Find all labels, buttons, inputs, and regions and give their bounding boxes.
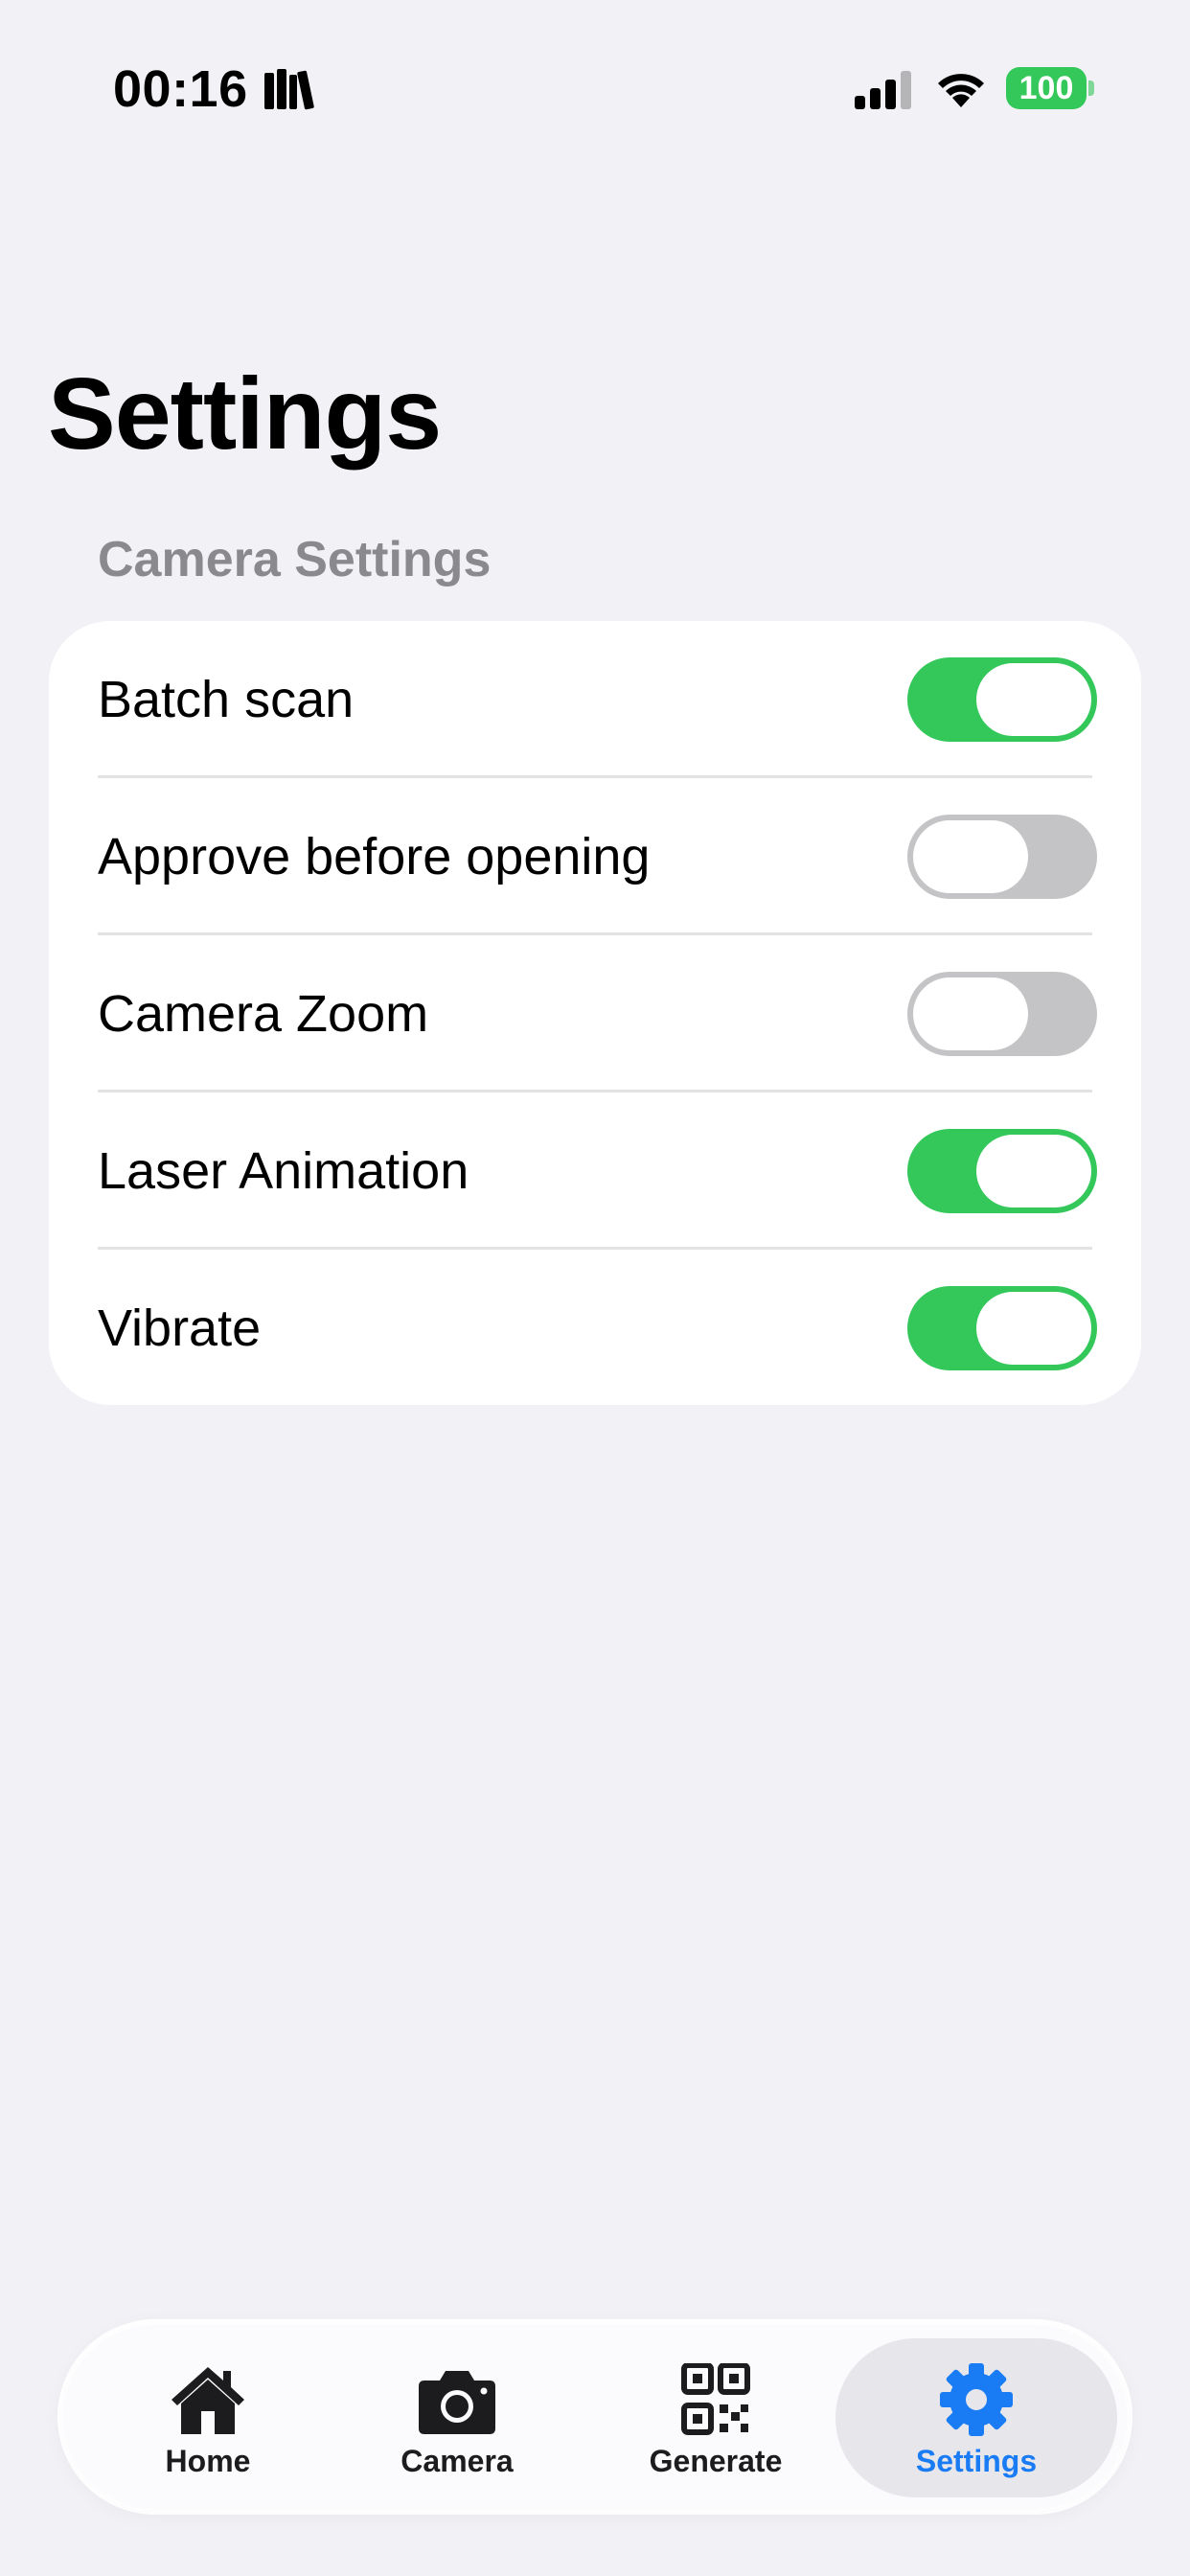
setting-row-vibrate: Vibrate: [49, 1250, 1141, 1407]
tab-camera[interactable]: Camera: [347, 2325, 567, 2509]
toggle-knob: [976, 663, 1091, 736]
status-time: 00:16: [113, 60, 248, 118]
toggle-knob: [913, 978, 1028, 1050]
page-title: Settings: [48, 357, 442, 471]
camera-zoom-toggle[interactable]: [907, 972, 1097, 1056]
status-bar: 00:16 100: [0, 0, 1190, 144]
setting-row-camera-zoom: Camera Zoom: [49, 935, 1141, 1092]
batch-scan-toggle[interactable]: [907, 657, 1097, 742]
battery-tip: [1088, 80, 1094, 96]
toggle-knob: [976, 1135, 1091, 1208]
tab-home[interactable]: Home: [98, 2325, 318, 2509]
qr-code-icon: [681, 2363, 750, 2435]
battery-indicator: 100: [1006, 67, 1087, 109]
setting-label: Approve before opening: [98, 828, 651, 886]
setting-label: Batch scan: [98, 671, 355, 728]
section-header-camera-settings: Camera Settings: [98, 532, 492, 587]
setting-label: Vibrate: [98, 1300, 262, 1357]
toggle-knob: [913, 820, 1028, 893]
laser-animation-toggle[interactable]: [907, 1129, 1097, 1213]
approve-before-opening-toggle[interactable]: [907, 815, 1097, 899]
setting-label: Laser Animation: [98, 1142, 469, 1200]
tab-bar: Home Camera Generate Settings: [63, 2325, 1127, 2509]
tab-label: Camera: [400, 2444, 514, 2478]
camera-settings-card: Batch scan Approve before opening Camera…: [49, 621, 1141, 1405]
tab-settings[interactable]: Settings: [866, 2325, 1087, 2509]
toggle-knob: [976, 1292, 1091, 1365]
camera-icon: [419, 2371, 495, 2434]
setting-row-laser-animation: Laser Animation: [49, 1092, 1141, 1250]
house-icon: [172, 2367, 244, 2434]
tab-generate[interactable]: Generate: [606, 2325, 826, 2509]
setting-row-approve-before-opening: Approve before opening: [49, 778, 1141, 935]
books-icon: [264, 69, 314, 110]
setting-label: Camera Zoom: [98, 985, 429, 1043]
tab-label: Home: [165, 2444, 251, 2478]
gear-icon: [940, 2363, 1013, 2436]
vibrate-toggle[interactable]: [907, 1286, 1097, 1370]
setting-row-batch-scan: Batch scan: [49, 621, 1141, 778]
wifi-icon: [938, 74, 984, 107]
tab-label: Settings: [915, 2444, 1038, 2478]
tab-label: Generate: [649, 2444, 783, 2478]
cellular-signal-icon: [855, 71, 911, 109]
